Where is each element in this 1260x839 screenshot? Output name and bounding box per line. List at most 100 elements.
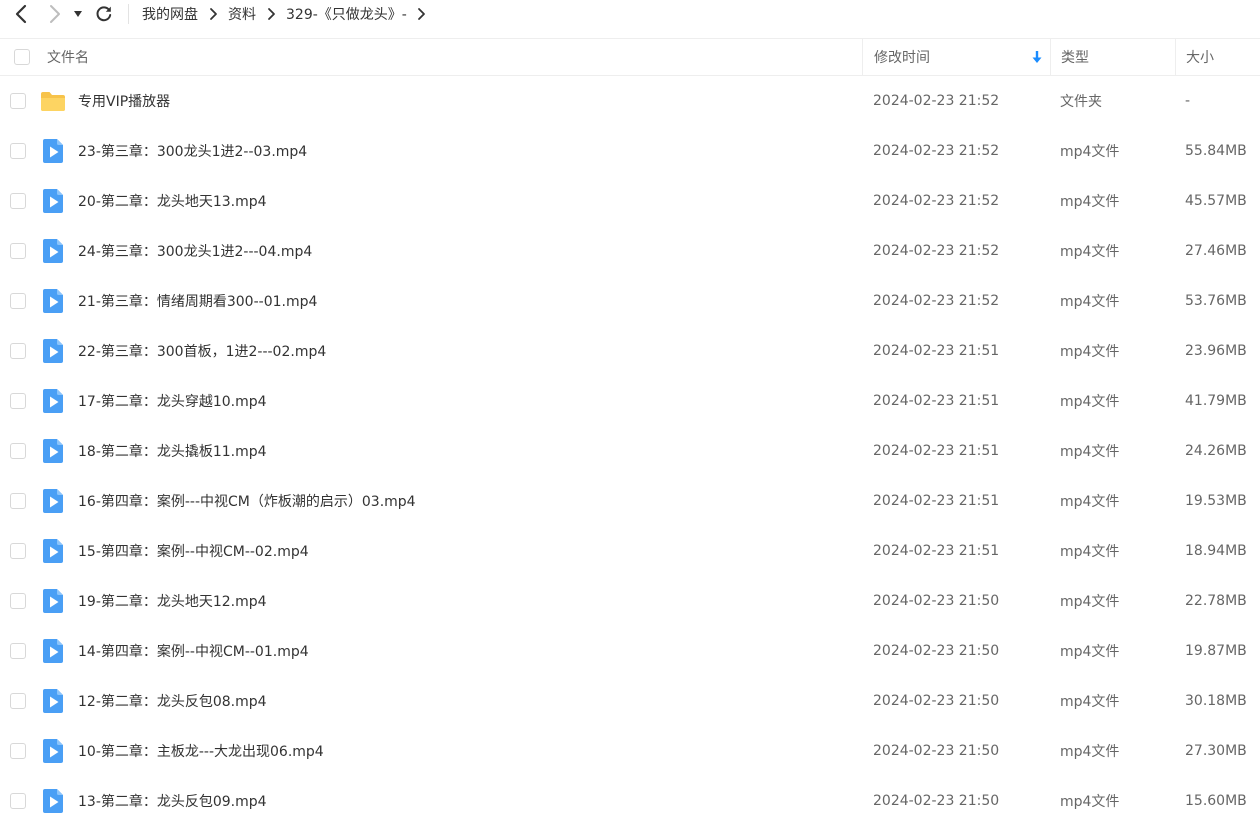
file-type: mp4文件 [1060, 794, 1120, 810]
column-header-mtime[interactable]: 修改时间 [862, 39, 1050, 75]
column-header-name[interactable]: 文件名 [47, 39, 847, 75]
breadcrumb-item-my-drive[interactable]: 我的网盘 [142, 4, 198, 24]
row-checkbox[interactable] [10, 143, 26, 159]
file-name[interactable]: 23-第三章：300龙头1进2--03.mp4 [78, 126, 307, 176]
file-row[interactable]: 18-第二章：龙头撬板11.mp4 2024-02-23 21:51 mp4文件… [0, 426, 1260, 476]
history-dropdown-button[interactable] [70, 0, 86, 28]
video-file-icon [43, 689, 63, 713]
breadcrumb-separator-icon [198, 7, 228, 21]
file-name[interactable]: 16-第四章：案例---中视CM（炸板潮的启示）03.mp4 [78, 476, 416, 526]
file-icon-cell [39, 126, 67, 176]
file-row[interactable]: 24-第三章：300龙头1进2---04.mp4 2024-02-23 21:5… [0, 226, 1260, 276]
file-row[interactable]: 19-第二章：龙头地天12.mp4 2024-02-23 21:50 mp4文件… [0, 576, 1260, 626]
file-name[interactable]: 20-第二章：龙头地天13.mp4 [78, 176, 267, 226]
file-name[interactable]: 14-第四章：案例--中视CM--01.mp4 [78, 626, 309, 676]
file-row[interactable]: 专用VIP播放器 2024-02-23 21:52 文件夹 - [0, 76, 1260, 126]
file-modified-time: 2024-02-23 21:52 [873, 143, 1000, 159]
file-row[interactable]: 20-第二章：龙头地天13.mp4 2024-02-23 21:52 mp4文件… [0, 176, 1260, 226]
row-checkbox[interactable] [10, 343, 26, 359]
file-name[interactable]: 13-第二章：龙头反包09.mp4 [78, 776, 267, 826]
navigation-bar: 我的网盘 资料 329-《只做龙头》- [0, 0, 1260, 28]
file-row[interactable]: 16-第四章：案例---中视CM（炸板潮的启示）03.mp4 2024-02-2… [0, 476, 1260, 526]
file-row[interactable]: 15-第四章：案例--中视CM--02.mp4 2024-02-23 21:51… [0, 526, 1260, 576]
file-size: 27.46MB [1185, 243, 1247, 259]
file-icon-cell [39, 476, 67, 526]
row-checkbox-cell [10, 776, 26, 826]
file-modified-time: 2024-02-23 21:50 [873, 643, 1000, 659]
file-row[interactable]: 13-第二章：龙头反包09.mp4 2024-02-23 21:50 mp4文件… [0, 776, 1260, 826]
file-modified-time: 2024-02-23 21:50 [873, 743, 1000, 759]
refresh-button[interactable] [92, 0, 116, 28]
toolbar-divider [128, 4, 129, 24]
select-all-cell [14, 39, 32, 75]
file-type: mp4文件 [1060, 144, 1120, 160]
row-checkbox[interactable] [10, 643, 26, 659]
breadcrumb-item-current-folder[interactable]: 329-《只做龙头》- [286, 4, 407, 24]
file-icon-cell [39, 726, 67, 776]
breadcrumb-separator-icon [256, 7, 286, 21]
row-checkbox[interactable] [10, 93, 26, 109]
file-modified-time: 2024-02-23 21:51 [873, 393, 1000, 409]
video-file-icon [43, 239, 63, 263]
row-checkbox[interactable] [10, 743, 26, 759]
file-name[interactable]: 21-第三章：情绪周期看300--01.mp4 [78, 276, 317, 326]
row-checkbox[interactable] [10, 443, 26, 459]
file-row[interactable]: 23-第三章：300龙头1进2--03.mp4 2024-02-23 21:52… [0, 126, 1260, 176]
file-name[interactable]: 22-第三章：300首板，1进2---02.mp4 [78, 326, 326, 376]
file-modified-time: 2024-02-23 21:51 [873, 343, 1000, 359]
file-list: 专用VIP播放器 2024-02-23 21:52 文件夹 - 23-第三章：3… [0, 76, 1260, 826]
file-modified-time: 2024-02-23 21:52 [873, 193, 1000, 209]
file-name[interactable]: 17-第二章：龙头穿越10.mp4 [78, 376, 267, 426]
select-all-checkbox[interactable] [14, 49, 30, 65]
file-name[interactable]: 19-第二章：龙头地天12.mp4 [78, 576, 267, 626]
row-checkbox-cell [10, 426, 26, 476]
file-type: mp4文件 [1060, 594, 1120, 610]
file-row[interactable]: 21-第三章：情绪周期看300--01.mp4 2024-02-23 21:52… [0, 276, 1260, 326]
file-row[interactable]: 22-第三章：300首板，1进2---02.mp4 2024-02-23 21:… [0, 326, 1260, 376]
arrow-down-icon [1032, 51, 1042, 63]
video-file-icon [43, 739, 63, 763]
column-header-type-label: 类型 [1061, 50, 1089, 66]
file-name[interactable]: 24-第三章：300龙头1进2---04.mp4 [78, 226, 312, 276]
file-name[interactable]: 15-第四章：案例--中视CM--02.mp4 [78, 526, 309, 576]
row-checkbox-cell [10, 676, 26, 726]
row-checkbox-cell [10, 626, 26, 676]
file-icon-cell [39, 276, 67, 326]
back-button[interactable] [8, 0, 34, 28]
breadcrumb-expand-icon[interactable] [407, 7, 437, 21]
forward-button[interactable] [42, 0, 68, 28]
row-checkbox[interactable] [10, 593, 26, 609]
breadcrumb-item-materials[interactable]: 资料 [228, 4, 256, 24]
file-row[interactable]: 12-第二章：龙头反包08.mp4 2024-02-23 21:50 mp4文件… [0, 676, 1260, 726]
file-name[interactable]: 10-第二章：主板龙---大龙出现06.mp4 [78, 726, 324, 776]
column-header-type[interactable]: 类型 [1050, 39, 1175, 75]
file-row[interactable]: 10-第二章：主板龙---大龙出现06.mp4 2024-02-23 21:50… [0, 726, 1260, 776]
row-checkbox[interactable] [10, 693, 26, 709]
file-name[interactable]: 12-第二章：龙头反包08.mp4 [78, 676, 267, 726]
row-checkbox[interactable] [10, 293, 26, 309]
file-size: - [1185, 93, 1191, 109]
file-modified-time: 2024-02-23 21:52 [873, 243, 1000, 259]
file-name[interactable]: 18-第二章：龙头撬板11.mp4 [78, 426, 267, 476]
file-size: 19.53MB [1185, 493, 1247, 509]
row-checkbox[interactable] [10, 493, 26, 509]
file-size: 45.57MB [1185, 193, 1247, 209]
file-row[interactable]: 17-第二章：龙头穿越10.mp4 2024-02-23 21:51 mp4文件… [0, 376, 1260, 426]
file-row[interactable]: 14-第四章：案例--中视CM--01.mp4 2024-02-23 21:50… [0, 626, 1260, 676]
column-header-size[interactable]: 大小 [1175, 39, 1260, 75]
video-file-icon [43, 289, 63, 313]
row-checkbox[interactable] [10, 543, 26, 559]
file-modified-time: 2024-02-23 21:50 [873, 693, 1000, 709]
file-type: mp4文件 [1060, 544, 1120, 560]
video-file-icon [43, 389, 63, 413]
chevron-right-icon [50, 5, 60, 23]
file-type: mp4文件 [1060, 744, 1120, 760]
breadcrumb: 我的网盘 资料 329-《只做龙头》- [142, 4, 437, 24]
row-checkbox[interactable] [10, 393, 26, 409]
row-checkbox[interactable] [10, 193, 26, 209]
file-name[interactable]: 专用VIP播放器 [78, 76, 170, 126]
file-size: 55.84MB [1185, 143, 1247, 159]
row-checkbox[interactable] [10, 243, 26, 259]
file-icon-cell [39, 426, 67, 476]
row-checkbox[interactable] [10, 793, 26, 809]
